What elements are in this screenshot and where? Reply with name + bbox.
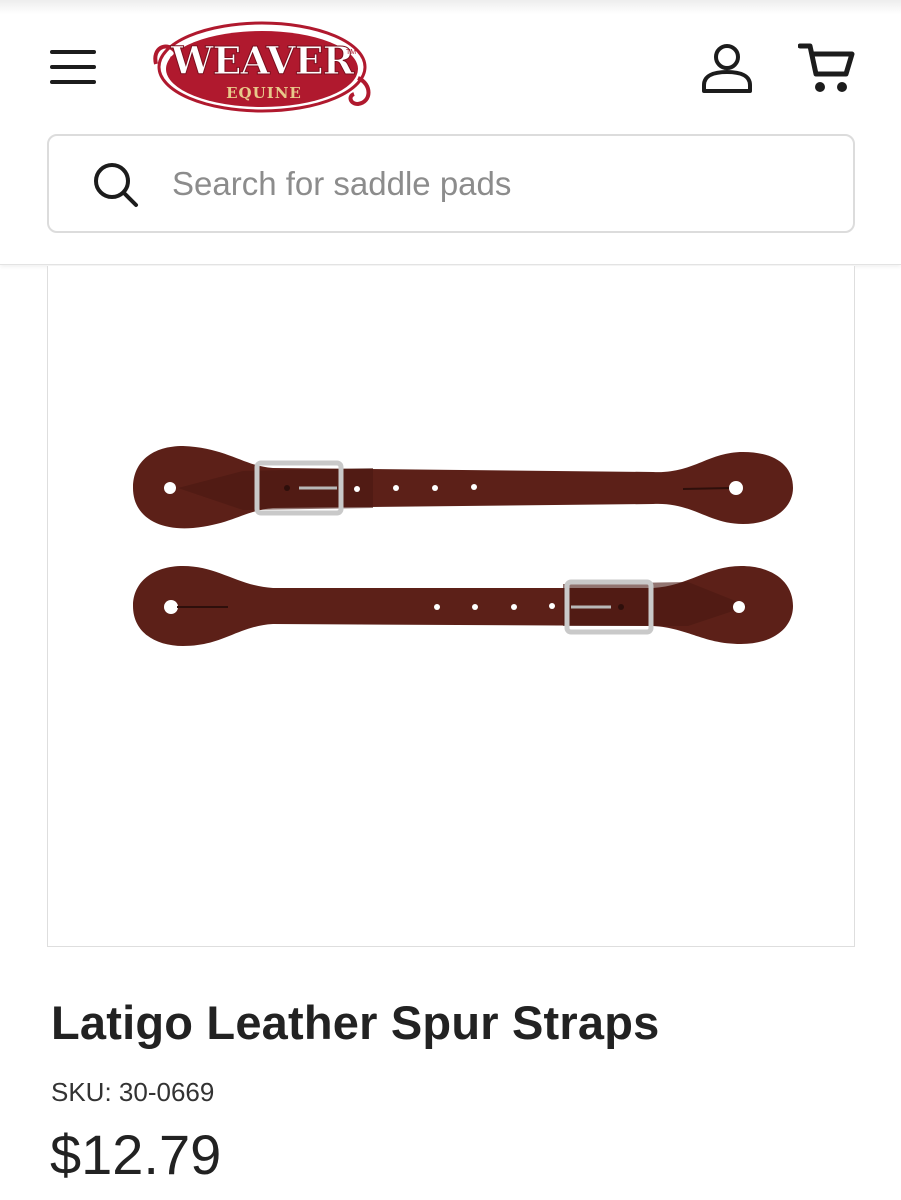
- search-input[interactable]: [172, 156, 812, 212]
- product-title: Latigo Leather Spur Straps: [51, 996, 660, 1049]
- spur-strap-top: [133, 446, 793, 529]
- menu-bar: [50, 50, 96, 54]
- product-image-frame[interactable]: [47, 266, 855, 947]
- search-icon: [94, 163, 138, 207]
- top-shadow: [0, 0, 901, 14]
- weaver-equine-logo[interactable]: WEAVER TM EQUINE: [150, 18, 375, 116]
- menu-bar: [50, 80, 96, 84]
- logo-brand-text: WEAVER: [170, 38, 355, 83]
- product-sku: SKU: 30-0669: [51, 1077, 214, 1108]
- logo-sub-text: EQUINE: [226, 84, 302, 102]
- menu-bar: [50, 65, 96, 69]
- shopping-cart-icon[interactable]: [798, 40, 856, 96]
- logo-tm-text: TM: [346, 49, 356, 56]
- user-account-icon[interactable]: [700, 42, 754, 94]
- spur-strap-bottom: [133, 566, 793, 646]
- product-image[interactable]: [133, 416, 793, 656]
- sku-value: 30-0669: [118, 1077, 215, 1107]
- product-price: $12.79: [50, 1123, 222, 1186]
- menu-button[interactable]: [48, 46, 98, 88]
- site-header: WEAVER TM EQUINE: [0, 0, 901, 265]
- search-bar[interactable]: [47, 134, 855, 233]
- sku-label: SKU:: [51, 1077, 112, 1107]
